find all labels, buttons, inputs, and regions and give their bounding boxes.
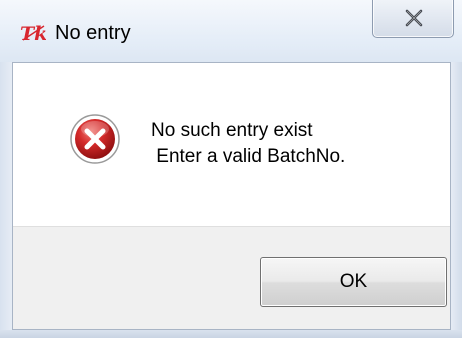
close-icon xyxy=(405,9,423,27)
error-icon xyxy=(69,113,121,165)
window-frame-right xyxy=(451,62,462,338)
dialog-window: Tk No entry No such entry exist Enter a … xyxy=(0,0,462,338)
window-frame-left xyxy=(0,62,12,338)
tk-feather-icon: Tk xyxy=(20,22,47,45)
window-title: No entry xyxy=(55,22,131,44)
dialog-client-area: No such entry exist Enter a valid BatchN… xyxy=(12,62,451,330)
message-area: No such entry exist Enter a valid BatchN… xyxy=(13,63,450,226)
close-button[interactable] xyxy=(372,0,454,38)
title-bar[interactable]: Tk No entry xyxy=(0,0,462,62)
error-message: No such entry exist Enter a valid BatchN… xyxy=(151,120,346,167)
ok-button[interactable]: OK xyxy=(260,257,447,307)
window-frame-bottom xyxy=(0,330,462,338)
button-area: OK xyxy=(13,226,450,329)
